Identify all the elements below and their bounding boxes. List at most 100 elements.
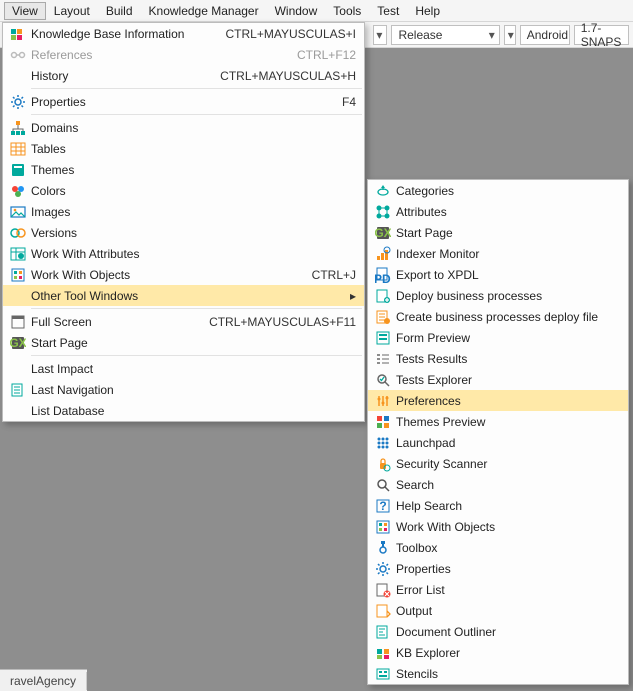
document-tab-label: ravelAgency: [10, 674, 76, 688]
menubar-item-window[interactable]: Window: [267, 2, 326, 20]
menu-item-categories[interactable]: Categories: [368, 180, 628, 201]
menu-item-attributes[interactable]: Attributes: [368, 201, 628, 222]
chevron-down-icon: ▾: [483, 28, 495, 42]
menu-item-start-page[interactable]: GXStart Page: [368, 222, 628, 243]
menu-item-label: KB Explorer: [396, 646, 620, 660]
menu-item-colors[interactable]: Colors: [3, 180, 364, 201]
menu-item-label: Last Navigation: [31, 383, 356, 397]
menu-item-other-tool-windows[interactable]: Other Tool Windows▸: [3, 285, 364, 306]
menu-item-label: Other Tool Windows: [31, 289, 346, 303]
menubar-item-build[interactable]: Build: [98, 2, 141, 20]
formprev-icon: [372, 330, 394, 346]
tiny-combo[interactable]: ▾: [504, 25, 516, 45]
menu-item-last-navigation[interactable]: Last Navigation: [3, 379, 364, 400]
document-tab[interactable]: ravelAgency: [0, 672, 87, 690]
indexer-icon: [372, 246, 394, 262]
menu-separator: [31, 308, 362, 309]
menu-item-domains[interactable]: Domains: [3, 117, 364, 138]
menubar-item-view[interactable]: View: [4, 2, 46, 20]
menu-item-start-page[interactable]: GXStart Page: [3, 332, 364, 353]
menu-item-form-preview[interactable]: Form Preview: [368, 327, 628, 348]
menubar-item-help[interactable]: Help: [407, 2, 448, 20]
menu-item-history[interactable]: HistoryCTRL+MAYUSCULAS+H: [3, 65, 364, 86]
menu-item-stencils[interactable]: Stencils: [368, 663, 628, 684]
config-combo-value: Release: [398, 28, 442, 42]
config-combo[interactable]: Release ▾: [391, 25, 499, 45]
menu-item-deploy-business-processes[interactable]: Deploy business processes: [368, 285, 628, 306]
deployfile-icon: [372, 309, 394, 325]
platform-field[interactable]: Android: [520, 25, 570, 45]
version-value: 1.7-SNAPS: [581, 21, 622, 49]
svg-text:GX: GX: [375, 226, 391, 240]
menubar-item-layout[interactable]: Layout: [46, 2, 98, 20]
menu-item-indexer-monitor[interactable]: Indexer Monitor: [368, 243, 628, 264]
menu-item-error-list[interactable]: Error List: [368, 579, 628, 600]
menu-item-images[interactable]: Images: [3, 201, 364, 222]
attributes-icon: [372, 204, 394, 220]
platform-value: Android: [527, 28, 568, 42]
menu-item-label: Export to XPDL: [396, 268, 620, 282]
categories-icon: [372, 183, 394, 199]
menu-item-label: Start Page: [31, 336, 356, 350]
menu-item-label: Preferences: [396, 394, 620, 408]
menu-item-tests-explorer[interactable]: Tests Explorer: [368, 369, 628, 390]
menu-item-shortcut: F4: [330, 95, 356, 109]
menu-item-toolbox[interactable]: Toolbox: [368, 537, 628, 558]
empty-combo[interactable]: ▾: [373, 25, 387, 45]
versions-icon: [7, 225, 29, 241]
menu-item-label: Form Preview: [396, 331, 620, 345]
refs-icon: [7, 47, 29, 63]
themeprev-icon: [372, 414, 394, 430]
fullscreen-icon: [7, 314, 29, 330]
version-field[interactable]: 1.7-SNAPS: [574, 25, 629, 45]
menu-item-tests-results[interactable]: Tests Results: [368, 348, 628, 369]
menu-item-output[interactable]: Output: [368, 600, 628, 621]
menu-item-preferences[interactable]: Preferences: [368, 390, 628, 411]
menu-item-export-to-xpdl[interactable]: XPDLExport to XPDL: [368, 264, 628, 285]
helpsearch-icon: ?: [372, 498, 394, 514]
menu-item-tables[interactable]: Tables: [3, 138, 364, 159]
menu-item-themes-preview[interactable]: Themes Preview: [368, 411, 628, 432]
menu-item-kb-explorer[interactable]: KB Explorer: [368, 642, 628, 663]
menu-item-security-scanner[interactable]: Security Scanner: [368, 453, 628, 474]
menu-item-launchpad[interactable]: Launchpad: [368, 432, 628, 453]
menubar-item-tools[interactable]: Tools: [325, 2, 369, 20]
blank-icon: [7, 68, 29, 84]
menu-item-create-business-processes-deploy-file[interactable]: Create business processes deploy file: [368, 306, 628, 327]
menubar-item-test[interactable]: Test: [369, 2, 407, 20]
menu-item-shortcut: CTRL+MAYUSCULAS+F11: [197, 315, 356, 329]
testexp-icon: [372, 372, 394, 388]
menu-item-label: Launchpad: [396, 436, 620, 450]
menu-item-label: Create business processes deploy file: [396, 310, 620, 324]
menu-item-themes[interactable]: Themes: [3, 159, 364, 180]
menu-item-last-impact[interactable]: Last Impact: [3, 358, 364, 379]
menu-item-work-with-objects[interactable]: Work With Objects: [368, 516, 628, 537]
blank-icon: [7, 361, 29, 377]
menu-item-work-with-objects[interactable]: Work With ObjectsCTRL+J: [3, 264, 364, 285]
menu-separator: [31, 88, 362, 89]
menu-item-list-database[interactable]: List Database: [3, 400, 364, 421]
tables-icon: [7, 141, 29, 157]
menu-item-shortcut: CTRL+J: [300, 268, 356, 282]
menu-item-full-screen[interactable]: Full ScreenCTRL+MAYUSCULAS+F11: [3, 311, 364, 332]
menu-item-references[interactable]: ReferencesCTRL+F12: [3, 44, 364, 65]
menu-item-label: Full Screen: [31, 315, 197, 329]
menubar-item-knowledge-manager[interactable]: Knowledge Manager: [141, 2, 267, 20]
menu-item-versions[interactable]: Versions: [3, 222, 364, 243]
gear-icon: [7, 94, 29, 110]
menu-item-document-outliner[interactable]: Document Outliner: [368, 621, 628, 642]
menu-item-label: Output: [396, 604, 620, 618]
lastnav-icon: [7, 382, 29, 398]
menu-item-shortcut: CTRL+MAYUSCULAS+I: [214, 27, 356, 41]
menu-item-help-search[interactable]: ?Help Search: [368, 495, 628, 516]
menu-item-knowledge-base-information[interactable]: Knowledge Base InformationCTRL+MAYUSCULA…: [3, 23, 364, 44]
chevron-down-icon: ▾: [376, 28, 382, 42]
menu-item-search[interactable]: Search: [368, 474, 628, 495]
menu-item-work-with-attributes[interactable]: Work With Attributes: [3, 243, 364, 264]
xpdl-icon: XPDL: [372, 267, 394, 283]
menu-item-properties[interactable]: PropertiesF4: [3, 91, 364, 112]
menu-item-properties[interactable]: Properties: [368, 558, 628, 579]
menu-item-label: Properties: [31, 95, 330, 109]
menu-item-label: Themes Preview: [396, 415, 620, 429]
toolbox-icon: [372, 540, 394, 556]
